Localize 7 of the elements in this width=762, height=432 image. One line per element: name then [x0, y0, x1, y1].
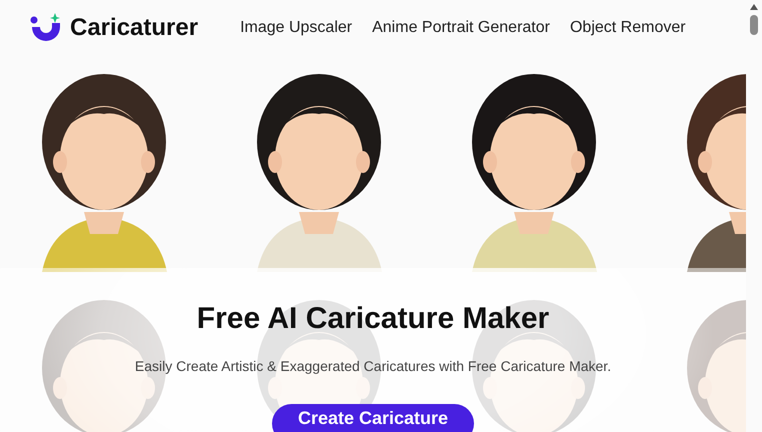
nav-link[interactable]: Anime Portrait Generator	[372, 19, 550, 37]
hero-subtitle: Easily Create Artistic & Exaggerated Caricatures with Free Caricature Maker.	[134, 358, 612, 374]
logo-text[interactable]: Caricaturer	[70, 14, 198, 42]
create-button[interactable]: Create Caricature	[272, 404, 474, 432]
nav-link[interactable]: Image Upscaler	[240, 19, 352, 37]
hero-title: Free AI Caricature Maker	[196, 302, 550, 336]
nav-link[interactable]: Object Remover	[570, 19, 686, 37]
